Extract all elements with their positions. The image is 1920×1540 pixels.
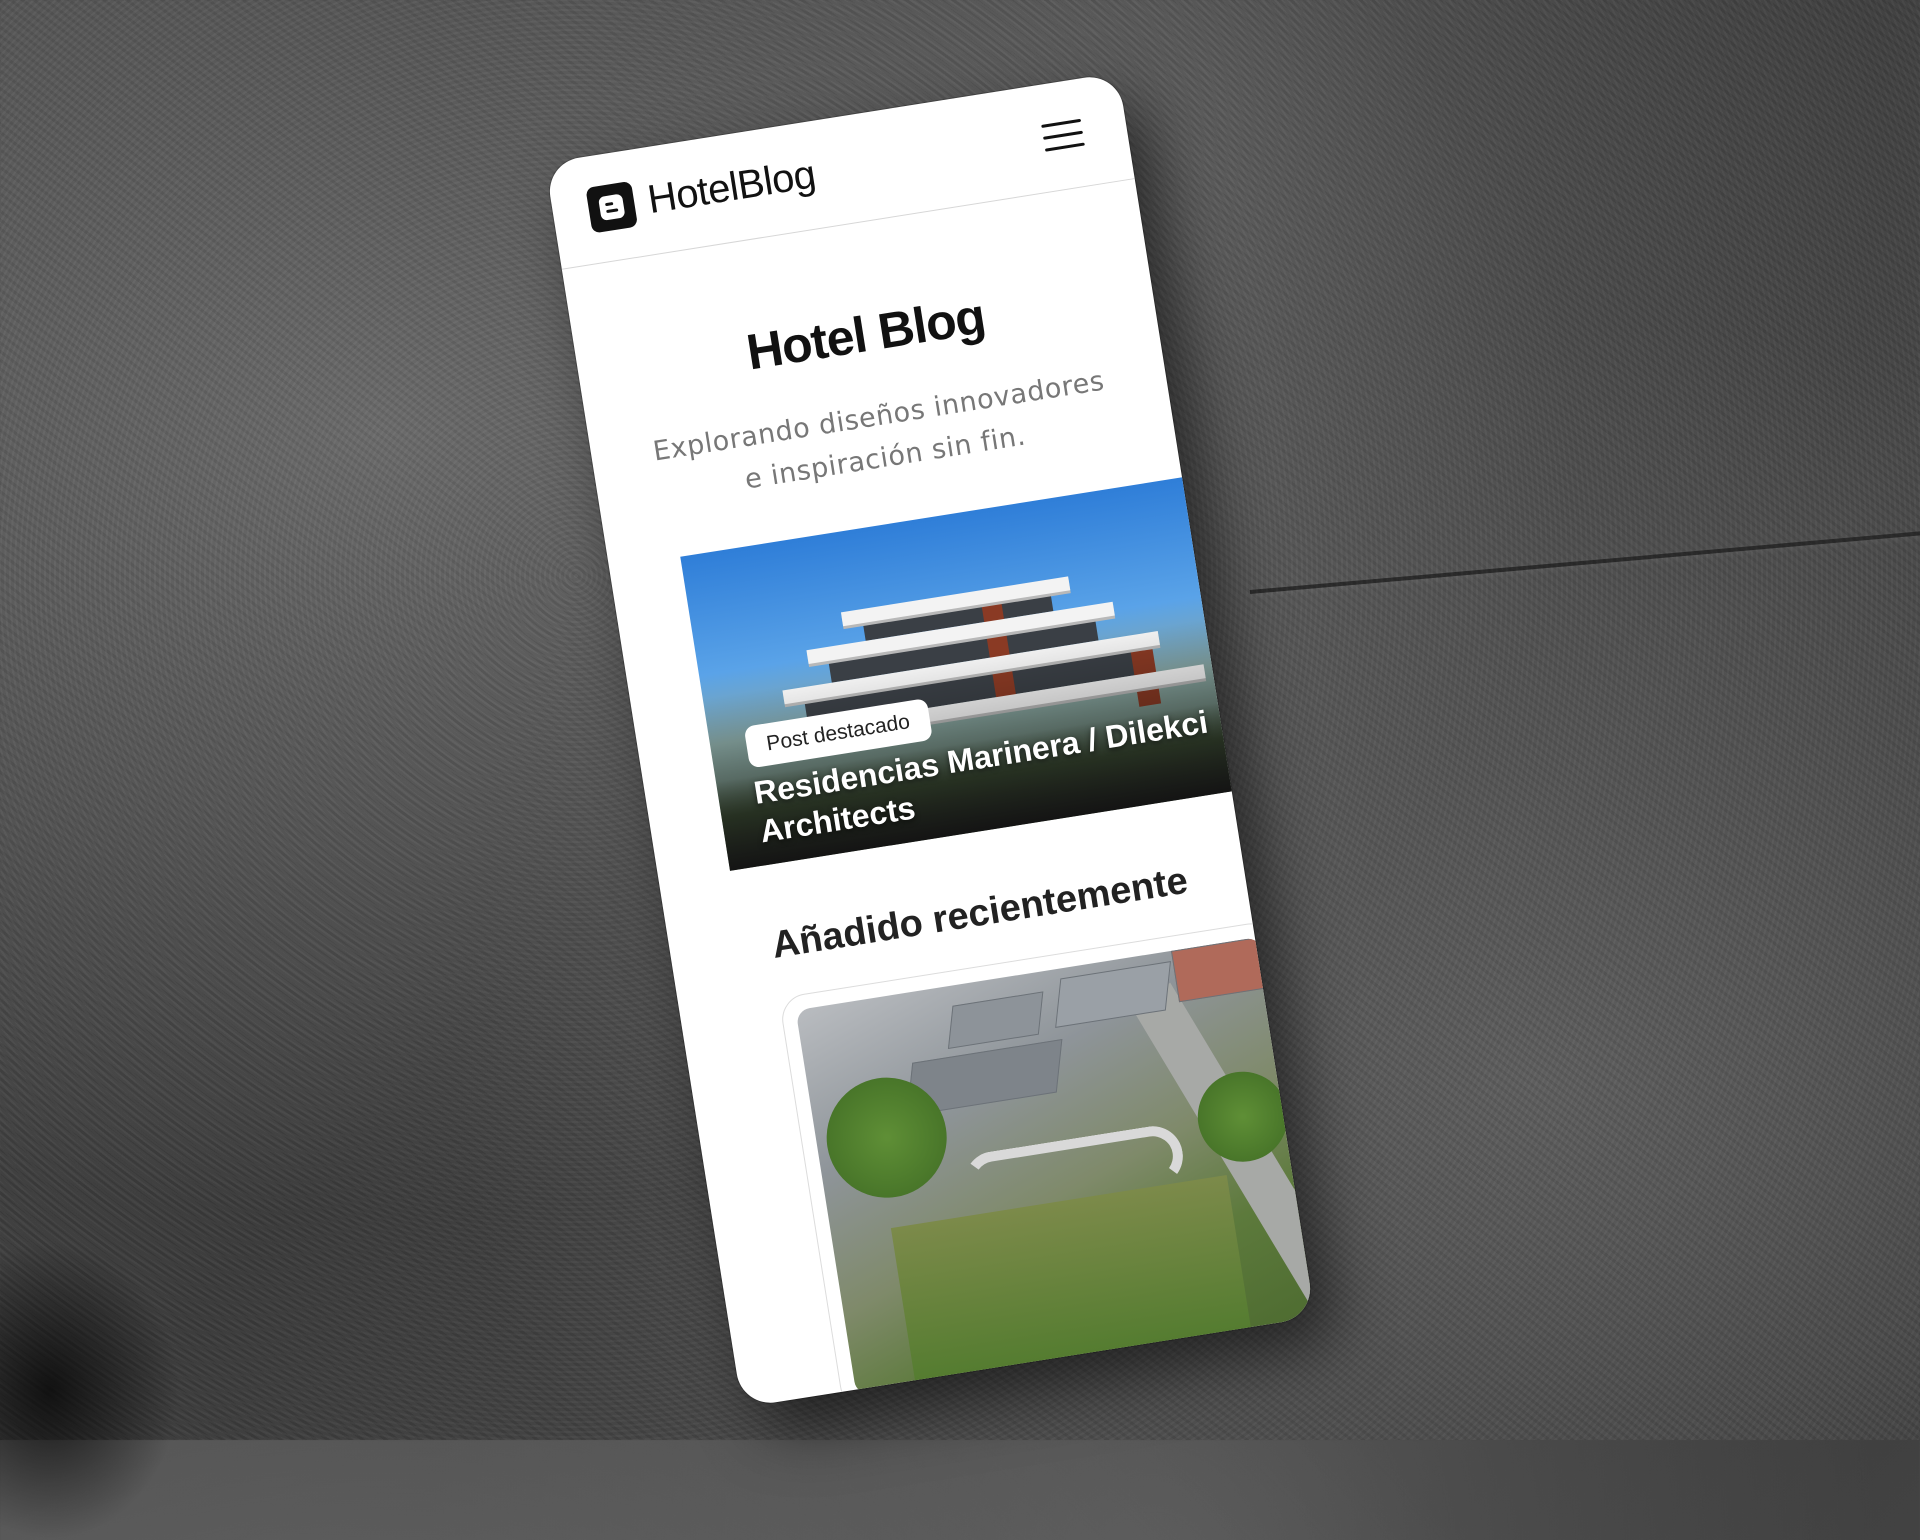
- recent-post-image[interactable]: [795, 936, 1315, 1396]
- blogger-b-icon: [585, 180, 638, 234]
- brand-name: HotelBlog: [644, 152, 819, 223]
- corner-shadow: [0, 1240, 180, 1540]
- hamburger-menu-icon[interactable]: [1041, 118, 1085, 152]
- featured-carousel: Post destacado Residencias Marinera / Di…: [609, 461, 1315, 882]
- brand[interactable]: HotelBlog: [585, 152, 819, 234]
